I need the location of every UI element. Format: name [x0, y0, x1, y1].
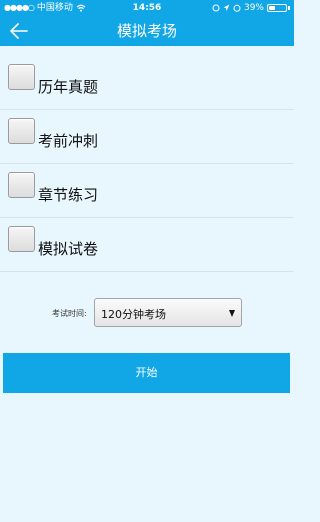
- dropdown-arrow-icon: [229, 310, 235, 317]
- battery-tip: [288, 6, 290, 10]
- status-right: 39%: [212, 0, 290, 16]
- option-label-4: 模拟试卷: [38, 240, 99, 258]
- option-label-2: 考前冲刺: [38, 132, 99, 150]
- exam-time-row: 考试时间: 120分钟考场: [0, 296, 294, 330]
- battery-icon: [267, 4, 287, 12]
- navbar: 模拟考场: [0, 16, 294, 46]
- option-checkbox-1[interactable]: [8, 64, 35, 90]
- option-row-2: 考前冲刺: [0, 110, 294, 164]
- status-bar: ●●●●○ 中国移动 14:56 39%: [0, 0, 294, 16]
- location-icon: [223, 4, 230, 11]
- exam-time-label: 考试时间:: [52, 309, 87, 318]
- arrow-left-icon[interactable]: [8, 20, 30, 42]
- exam-time-select[interactable]: 120分钟考场: [94, 298, 242, 327]
- option-checkbox-4[interactable]: [8, 226, 35, 252]
- option-checkbox-3[interactable]: [8, 172, 35, 198]
- option-checkbox-2[interactable]: [8, 118, 35, 144]
- option-label-3: 章节练习: [38, 186, 99, 204]
- app-header: ●●●●○ 中国移动 14:56 39% 模拟考场: [0, 0, 294, 46]
- option-row-3: 章节练习: [0, 164, 294, 218]
- exam-time-value: 120分钟考场: [101, 308, 166, 321]
- battery-fill: [269, 6, 276, 10]
- option-row-4: 模拟试卷: [0, 218, 294, 272]
- alarm-icon: [233, 4, 241, 12]
- battery-percent: 39%: [243, 3, 264, 13]
- rotation-lock-icon: [212, 4, 220, 12]
- start-button[interactable]: 开始: [3, 353, 290, 393]
- option-row-1: 历年真题: [0, 56, 294, 110]
- option-label-1: 历年真题: [38, 78, 99, 96]
- page-title: 模拟考场: [116, 22, 177, 40]
